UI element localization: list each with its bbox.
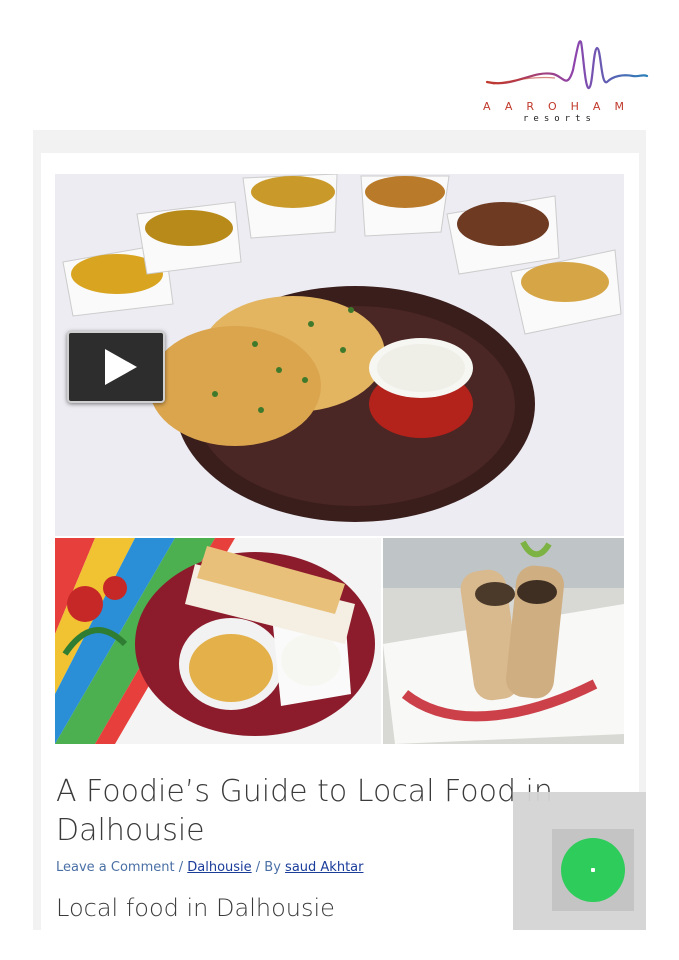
section-heading: Local food in Dalhousie [56,894,335,922]
play-icon [105,349,137,385]
meta-separator: / [174,860,188,875]
video-play-button[interactable] [67,331,165,403]
chat-button[interactable] [561,838,625,902]
site-header: AAROHAM resorts [0,0,679,130]
post-meta: Leave a Comment / Dalhousie / By saud Ak… [56,860,363,875]
chat-icon [591,868,595,872]
food-collage-illustration [55,174,624,744]
meta-by-label: / By [251,860,286,875]
logo-wave-icon [485,40,649,90]
author-link[interactable]: saud Akhtar [285,860,363,875]
logo-subtitle: resorts [523,114,596,124]
logo-wordmark: AAROHAM [483,100,638,113]
category-link[interactable]: Dalhousie [187,860,251,875]
featured-image[interactable] [55,174,624,744]
leave-comment-link[interactable]: Leave a Comment [56,860,175,875]
site-logo[interactable]: AAROHAM resorts [483,30,653,130]
